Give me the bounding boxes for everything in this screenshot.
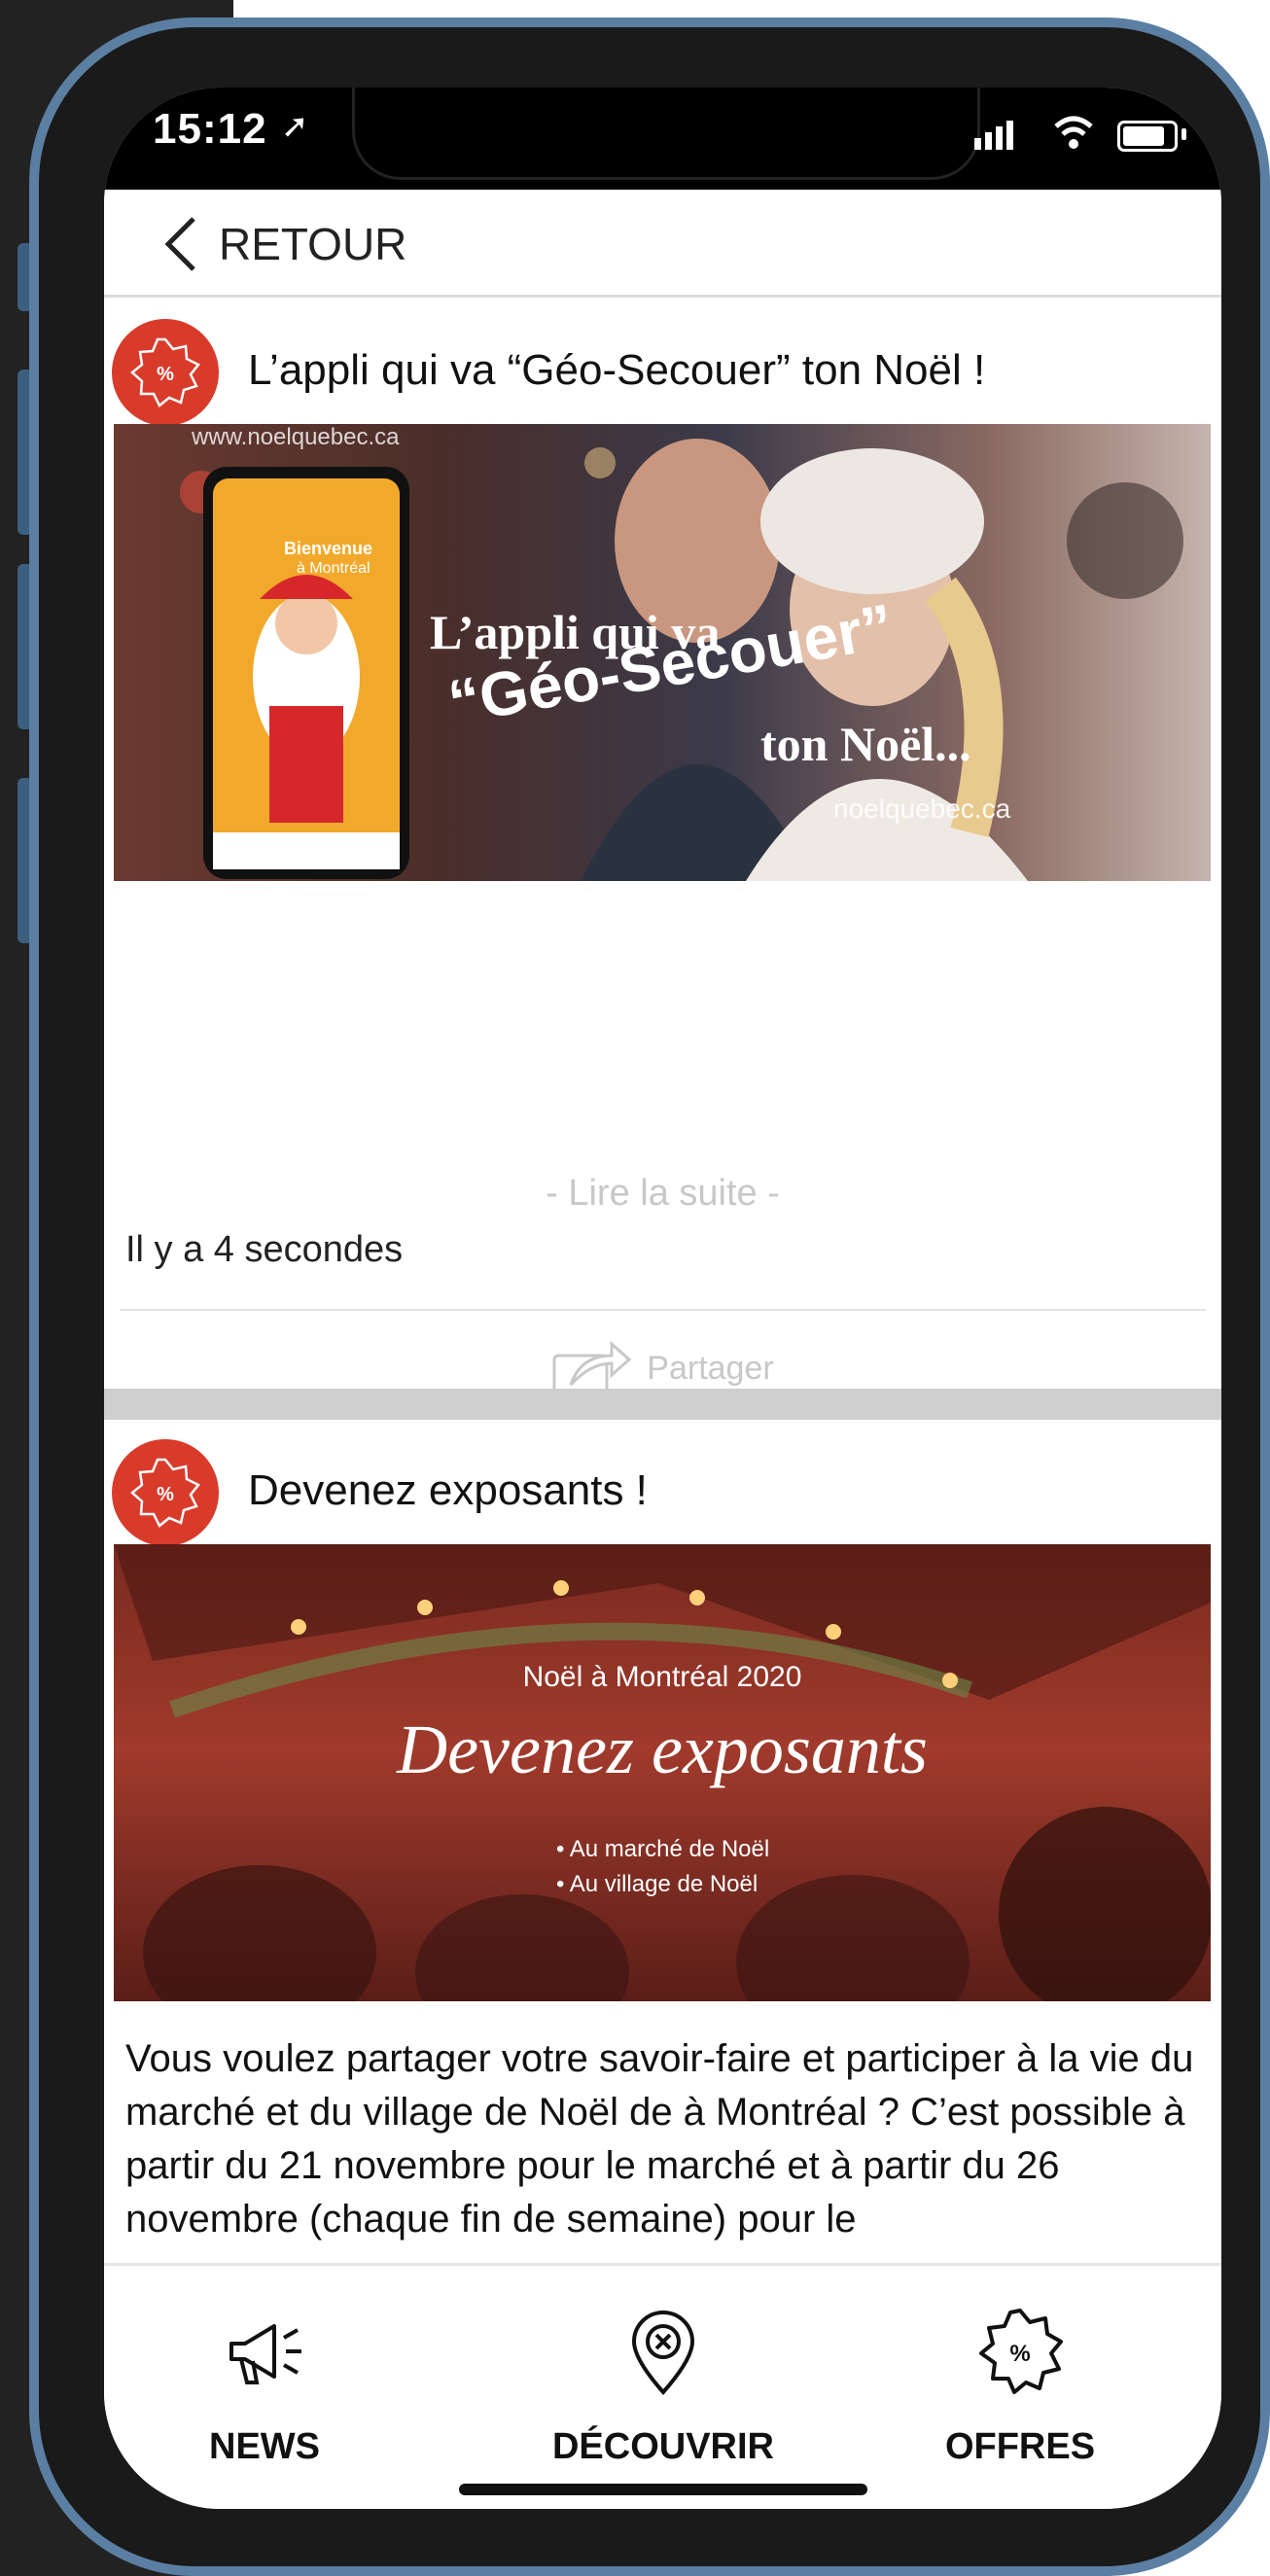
post-description: Vous voulez partager votre savoir-faire … <box>125 2037 1194 2241</box>
post-banner-image[interactable]: Noël à Montréal 2020 Devenez exposants •… <box>114 1544 1211 2001</box>
post-banner-image[interactable]: www.noelquebec.ca Bienvenue à Montréal L… <box>114 424 1211 881</box>
share-label: Partager <box>647 1349 774 1387</box>
banner-site: noelquebec.ca <box>833 794 1011 824</box>
tab-offers-label: OFFRES <box>944 2426 1096 2467</box>
banner-headline-3: ton Noël... <box>760 717 971 771</box>
back-label: RETOUR <box>219 219 407 269</box>
offer-badge-icon: % <box>979 2309 1063 2394</box>
banner-bullet-1: • Au marché de Noël <box>556 1836 770 1862</box>
top-header: RETOUR <box>104 190 1221 298</box>
post-badge: % <box>112 319 219 426</box>
banner-watermark: www.noelquebec.ca <box>192 424 400 450</box>
post-divider <box>120 1309 1206 1311</box>
home-indicator[interactable] <box>459 2484 867 2495</box>
tab-discover[interactable]: DÉCOUVRIR <box>517 2305 809 2468</box>
status-bar: 15:12 ➚ <box>104 88 1221 190</box>
map-pin-icon <box>631 2311 695 2396</box>
post-title: Devenez exposants ! <box>248 1466 648 1514</box>
notch <box>352 88 980 180</box>
cellular-signal-icon <box>974 121 1017 150</box>
svg-text:%: % <box>157 364 174 385</box>
banner-phone-text-2: à Montréal <box>297 560 370 577</box>
bottom-tab-bar: NEWS DÉCOUVRIR % OFFRES <box>104 2263 1221 2509</box>
post-badge: % <box>112 1439 219 1546</box>
news-post: % L’appli qui va “Géo-Secouer” ton Noël … <box>104 298 1221 1445</box>
megaphone-icon <box>229 2324 301 2384</box>
post-time-ago: Il y a 4 secondes <box>125 1229 404 1270</box>
banner-subtitle: Noël à Montréal 2020 <box>522 1661 802 1693</box>
tab-discover-label: DÉCOUVRIR <box>551 2426 775 2467</box>
discount-badge-icon: % <box>130 337 200 407</box>
news-post: % Devenez exposants ! Noël à Montréal 20… <box>104 1420 1221 2295</box>
banner-bullet-2: • Au village de Noël <box>556 1871 758 1897</box>
location-arrow-icon: ➚ <box>281 108 309 145</box>
section-separator <box>104 1389 1221 1420</box>
status-time: 15:12 <box>153 105 267 153</box>
svg-text:%: % <box>1009 2341 1030 2367</box>
banner-headline: Devenez exposants <box>397 1711 928 1788</box>
tab-news-label: NEWS <box>209 2426 320 2467</box>
battery-icon <box>1117 121 1178 152</box>
post-title: L’appli qui va “Géo-Secouer” ton Noël ! <box>248 346 986 394</box>
discount-badge-icon: % <box>130 1458 200 1528</box>
tab-offers[interactable]: % OFFRES <box>874 2305 1166 2468</box>
phone-screen: 15:12 ➚ RETOUR % L’appli qui va “Géo-Sec… <box>104 88 1221 2509</box>
battery-tip <box>1182 128 1186 140</box>
banner-phone-text-1: Bienvenue <box>284 539 373 558</box>
chevron-left-icon <box>164 217 195 271</box>
wifi-icon <box>1054 116 1093 149</box>
back-button[interactable]: RETOUR <box>162 217 406 271</box>
svg-text:%: % <box>157 1484 174 1505</box>
read-more-link[interactable]: - Lire la suite - <box>104 1173 1221 1215</box>
tab-news[interactable]: NEWS <box>119 2305 410 2468</box>
